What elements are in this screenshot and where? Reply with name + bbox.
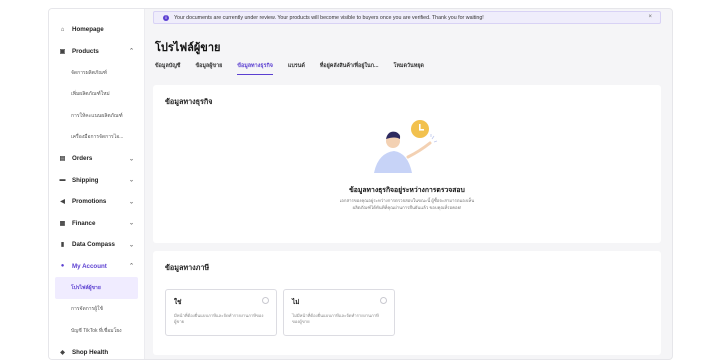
sidebar-subitem-product-ratings[interactable]: การให้คะแนนผลิตภัณฑ์ bbox=[49, 105, 144, 127]
box-icon: ▣ bbox=[59, 48, 66, 55]
tab-business-info[interactable]: ข้อมูลทางธุรกิจ bbox=[237, 62, 273, 75]
tax-option-no[interactable]: ไม่ ไม่มีหน้าที่ต้องยื่นแบบภาษีและจัดทำร… bbox=[283, 289, 395, 336]
sidebar-item-label: My Account bbox=[72, 262, 107, 270]
sidebar-item-products[interactable]: ▣ Products ⌃ bbox=[49, 41, 144, 63]
tab-account-info[interactable]: ข้อมูลบัญชี bbox=[155, 62, 180, 75]
sidebar-item-finance[interactable]: ▦ Finance ⌄ bbox=[49, 213, 144, 235]
tax-option-description: มีหน้าที่ต้องยื่นแบบภาษีและจัดทำรายงานภา… bbox=[174, 313, 264, 324]
chevron-down-icon: ⌄ bbox=[128, 220, 134, 227]
sidebar-subitem-seller-profile[interactable]: โปรไฟล์ผู้ขาย bbox=[55, 277, 138, 299]
sidebar-item-promotions[interactable]: ◀ Promotions ⌄ bbox=[49, 191, 144, 213]
tax-option-label: ใช่ bbox=[174, 299, 182, 306]
chart-icon: ▮ bbox=[60, 242, 65, 249]
chevron-down-icon: ⌄ bbox=[128, 177, 134, 184]
chevron-down-icon: ⌄ bbox=[128, 199, 134, 206]
sidebar-item-label: Shipping bbox=[72, 176, 99, 184]
sidebar: ⌂ Homepage ▣ Products ⌃ จัดการผลิตภัณฑ์ … bbox=[49, 9, 145, 360]
sidebar-item-orders[interactable]: ▤ Orders ⌄ bbox=[49, 148, 144, 170]
sidebar-item-label: Orders bbox=[72, 155, 93, 163]
sidebar-item-label: Shop Health bbox=[72, 348, 109, 356]
tab-brand[interactable]: แบรนด์ bbox=[288, 62, 305, 75]
sidebar-item-label: Finance bbox=[72, 219, 96, 227]
chevron-down-icon: ⌄ bbox=[128, 242, 134, 249]
sidebar-item-data-compass[interactable]: ▮ Data Compass ⌄ bbox=[49, 234, 144, 256]
orders-icon: ▤ bbox=[59, 156, 66, 163]
sidebar-subitem-user-management[interactable]: การจัดการผู้ใช้ bbox=[49, 299, 144, 321]
review-illustration bbox=[374, 120, 438, 173]
tax-option-label: ไม่ bbox=[292, 299, 300, 306]
profile-tabs: ข้อมูลบัญชี ข้อมูลผู้ขาย ข้อมูลทางธุรกิจ… bbox=[155, 62, 439, 75]
sidebar-subitem-add-product[interactable]: เพิ่มผลิตภัณฑ์ใหม่ bbox=[49, 84, 144, 106]
sidebar-item-label: Homepage bbox=[72, 26, 104, 34]
review-status-title: ข้อมูลทางธุรกิจอยู่ระหว่างการตรวจสอบ bbox=[349, 187, 465, 194]
business-info-card: ข้อมูลทางธุรกิจ ข้อมูลทางธุรกิจอยู่ระหว่… bbox=[153, 85, 661, 243]
tab-holiday-mode[interactable]: โหมดวันหยุด bbox=[393, 62, 423, 75]
tax-info-title: ข้อมูลทางภาษี bbox=[165, 263, 210, 272]
tax-option-yes[interactable]: ใช่ มีหน้าที่ต้องยื่นแบบภาษีและจัดทำรายง… bbox=[165, 289, 277, 336]
review-status-description: เอกสารของคุณอยู่ระหว่างการตรวจสอบในขณะนี… bbox=[339, 198, 475, 210]
banner-text: Your documents are currently under revie… bbox=[174, 14, 484, 21]
truck-icon: ▬ bbox=[59, 177, 66, 184]
business-info-title: ข้อมูลทางธุรกิจ bbox=[165, 97, 213, 106]
finance-icon: ▦ bbox=[59, 220, 66, 227]
sidebar-item-my-account[interactable]: ● My Account ⌃ bbox=[49, 256, 144, 278]
seller-center-window: ⌂ Homepage ▣ Products ⌃ จัดการผลิตภัณฑ์ … bbox=[48, 8, 673, 360]
sidebar-item-label: Products bbox=[72, 47, 99, 55]
shield-icon: ◆ bbox=[60, 349, 65, 356]
chevron-up-icon: ⌃ bbox=[128, 48, 134, 55]
radio-button[interactable] bbox=[262, 297, 269, 304]
user-icon: ● bbox=[60, 263, 65, 270]
sidebar-item-label: Promotions bbox=[72, 198, 107, 206]
sidebar-item-shipping[interactable]: ▬ Shipping ⌄ bbox=[49, 170, 144, 192]
chevron-down-icon: ⌄ bbox=[128, 156, 134, 163]
sidebar-subitem-management-tools[interactable]: เครื่องมือการจัดการไอ... bbox=[49, 127, 144, 149]
chevron-up-icon: ⌃ bbox=[128, 263, 134, 270]
main-content: i Your documents are currently under rev… bbox=[145, 9, 672, 359]
tab-seller-info[interactable]: ข้อมูลผู้ขาย bbox=[195, 62, 222, 75]
sidebar-item-shop-health[interactable]: ◆ Shop Health bbox=[49, 342, 144, 360]
tab-warehouse-address[interactable]: ที่อยู่คลังสินค้า/ที่อยู่ในก... bbox=[320, 62, 379, 75]
close-icon[interactable]: × bbox=[648, 14, 652, 20]
review-notice-banner: i Your documents are currently under rev… bbox=[153, 11, 661, 24]
sidebar-item-label: Data Compass bbox=[72, 241, 115, 249]
sidebar-subitem-manage-products[interactable]: จัดการผลิตภัณฑ์ bbox=[49, 62, 144, 84]
tax-info-card: ข้อมูลทางภาษี ใช่ มีหน้าที่ต้องยื่นแบบภา… bbox=[153, 251, 661, 355]
page-title: โปรไฟล์ผู้ขาย bbox=[155, 42, 221, 54]
home-icon: ⌂ bbox=[60, 26, 65, 33]
sidebar-item-homepage[interactable]: ⌂ Homepage bbox=[49, 19, 144, 41]
megaphone-icon: ◀ bbox=[60, 199, 65, 206]
radio-button[interactable] bbox=[380, 297, 387, 304]
sidebar-subitem-linked-tiktok[interactable]: บัญชี TikTok ที่เชื่อมโยง bbox=[49, 320, 144, 342]
tax-option-description: ไม่มีหน้าที่ต้องยื่นแบบภาษีและจัดทำรายงา… bbox=[292, 313, 379, 324]
info-icon: i bbox=[163, 14, 169, 21]
